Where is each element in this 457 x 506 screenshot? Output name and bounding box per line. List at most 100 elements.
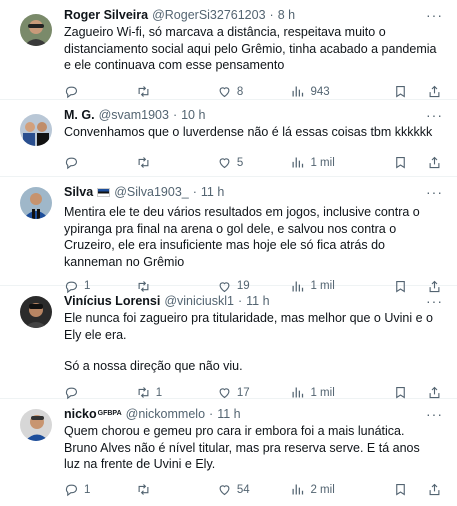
reply-button[interactable] xyxy=(64,385,136,400)
separator-dot: · xyxy=(237,294,243,308)
reply-tweet[interactable]: Silva @Silva1903_ · 11 h ··· Mentira ele… xyxy=(0,177,457,293)
views-count: 943 xyxy=(310,85,330,98)
like-button[interactable]: 5 xyxy=(217,155,291,170)
like-icon xyxy=(219,388,230,399)
repost-icon xyxy=(138,86,149,97)
timestamp[interactable]: 11 h xyxy=(246,293,269,309)
avatar[interactable] xyxy=(20,296,52,328)
timestamp[interactable]: 11 h xyxy=(217,406,240,422)
repost-icon xyxy=(138,387,149,398)
tweet-text: Convenhamos que o luverdense não é lá es… xyxy=(64,124,447,141)
author-handle[interactable]: @Silva1903_ xyxy=(114,184,189,200)
reply-icon xyxy=(65,86,78,99)
like-icon xyxy=(219,87,230,98)
views-button[interactable]: 943 xyxy=(290,84,393,99)
author-handle[interactable]: @viniciuskl1 xyxy=(164,293,234,309)
views-button[interactable]: 1 mil xyxy=(290,385,393,400)
tweet-paragraph: Convenhamos que o luverdense não é lá es… xyxy=(64,125,433,139)
share-icon xyxy=(429,156,440,169)
author-handle[interactable]: @nickommelo xyxy=(126,406,205,422)
tweet-paragraph: Ele nunca foi zagueiro pra titularidade,… xyxy=(64,311,433,342)
tweet-header: Silva @Silva1903_ · 11 h xyxy=(64,184,447,200)
reply-button[interactable] xyxy=(64,155,136,170)
views-count: 1 mil xyxy=(310,386,335,399)
avatar[interactable] xyxy=(20,409,52,441)
reply-icon xyxy=(65,157,78,170)
views-icon xyxy=(292,157,304,168)
repost-icon xyxy=(138,157,149,168)
views-button[interactable]: 2 mil xyxy=(290,482,393,497)
more-icon[interactable]: ··· xyxy=(426,293,443,309)
tweet-text: Mentira ele te deu vários resultados em … xyxy=(64,204,447,270)
author-name[interactable]: nicko xyxy=(64,406,97,422)
separator-dot: · xyxy=(192,185,197,199)
reply-tweet[interactable]: nicko GFBPA @nickommelo · 11 h ··· Quem c… xyxy=(0,399,457,506)
like-button[interactable]: 8 xyxy=(217,84,291,99)
reply-button[interactable] xyxy=(64,84,136,99)
like-count: 8 xyxy=(236,85,244,98)
reply-feed: Roger Silveira @RogerSi32761203 · 8 h ··… xyxy=(0,0,457,506)
more-icon[interactable]: ··· xyxy=(426,107,443,123)
like-icon xyxy=(219,485,230,496)
like-count: 5 xyxy=(236,156,244,169)
author-handle[interactable]: @RogerSi32761203 xyxy=(152,7,265,23)
like-button[interactable]: 54 xyxy=(217,482,291,497)
repost-button[interactable] xyxy=(136,482,217,497)
timestamp[interactable]: 11 h xyxy=(201,184,224,200)
tweet-paragraph: Zagueiro Wi-fi, só marcava a distância, … xyxy=(64,25,437,72)
separator-dot: · xyxy=(172,108,178,122)
repost-button[interactable] xyxy=(136,84,217,99)
share-button[interactable] xyxy=(427,155,447,170)
like-icon xyxy=(219,158,230,169)
bookmark-button[interactable] xyxy=(393,155,413,170)
flag-emoji xyxy=(97,187,111,197)
timestamp[interactable]: 8 h xyxy=(278,7,295,23)
more-icon[interactable]: ··· xyxy=(426,184,443,200)
reply-tweet[interactable]: M. G. @svam1903 · 10 h ··· Convenhamos q… xyxy=(0,100,457,177)
author-handle[interactable]: @svam1903 xyxy=(99,107,169,123)
reply-icon xyxy=(65,387,78,400)
more-icon[interactable]: ··· xyxy=(426,406,443,422)
more-icon[interactable]: ··· xyxy=(426,7,443,23)
tweet-text: Zagueiro Wi-fi, só marcava a distância, … xyxy=(64,24,447,74)
avatar[interactable] xyxy=(20,14,52,46)
author-name[interactable]: Silva xyxy=(64,184,93,200)
share-icon xyxy=(429,386,440,399)
reply-tweet[interactable]: Roger Silveira @RogerSi32761203 · 8 h ··… xyxy=(0,0,457,100)
author-name[interactable]: Roger Silveira xyxy=(64,7,148,23)
timestamp[interactable]: 10 h xyxy=(181,107,205,123)
repost-button[interactable]: 1 xyxy=(136,385,217,400)
tweet-header: Roger Silveira @RogerSi32761203 · 8 h xyxy=(64,7,447,23)
tweet-paragraph: Quem chorou e gemeu pro cara ir embora f… xyxy=(64,424,420,471)
views-count: 2 mil xyxy=(310,483,335,496)
like-button[interactable]: 17 xyxy=(217,385,291,400)
views-icon xyxy=(292,387,304,398)
separator-dot: · xyxy=(209,407,214,421)
share-button[interactable] xyxy=(427,385,447,400)
like-count: 54 xyxy=(236,483,250,496)
views-icon xyxy=(292,484,304,495)
share-icon xyxy=(429,85,440,98)
bookmark-button[interactable] xyxy=(393,482,413,497)
views-button[interactable]: 1 mil xyxy=(290,155,393,170)
author-name[interactable]: Vinícius Lorensi xyxy=(64,293,160,309)
bookmark-icon xyxy=(396,483,405,496)
avatar[interactable] xyxy=(20,114,52,146)
action-bar: 5 1 mil xyxy=(64,153,447,173)
repost-button[interactable] xyxy=(136,155,217,170)
share-button[interactable] xyxy=(427,482,447,497)
tweet-header: M. G. @svam1903 · 10 h xyxy=(64,107,447,123)
bookmark-button[interactable] xyxy=(393,385,413,400)
views-count: 1 mil xyxy=(310,156,335,169)
bookmark-button[interactable] xyxy=(393,84,413,99)
avatar[interactable] xyxy=(20,187,52,219)
tweet-text: Quem chorou e gemeu pro cara ir embora f… xyxy=(64,423,447,473)
reply-icon xyxy=(65,484,78,497)
author-name[interactable]: M. G. xyxy=(64,107,95,123)
share-button[interactable] xyxy=(427,84,447,99)
like-count: 17 xyxy=(236,386,250,399)
reply-tweet[interactable]: Vinícius Lorensi @viniciuskl1 · 11 h ···… xyxy=(0,286,457,400)
repost-icon xyxy=(138,484,149,495)
reply-button[interactable]: 1 xyxy=(64,482,136,497)
bookmark-icon xyxy=(396,156,405,169)
